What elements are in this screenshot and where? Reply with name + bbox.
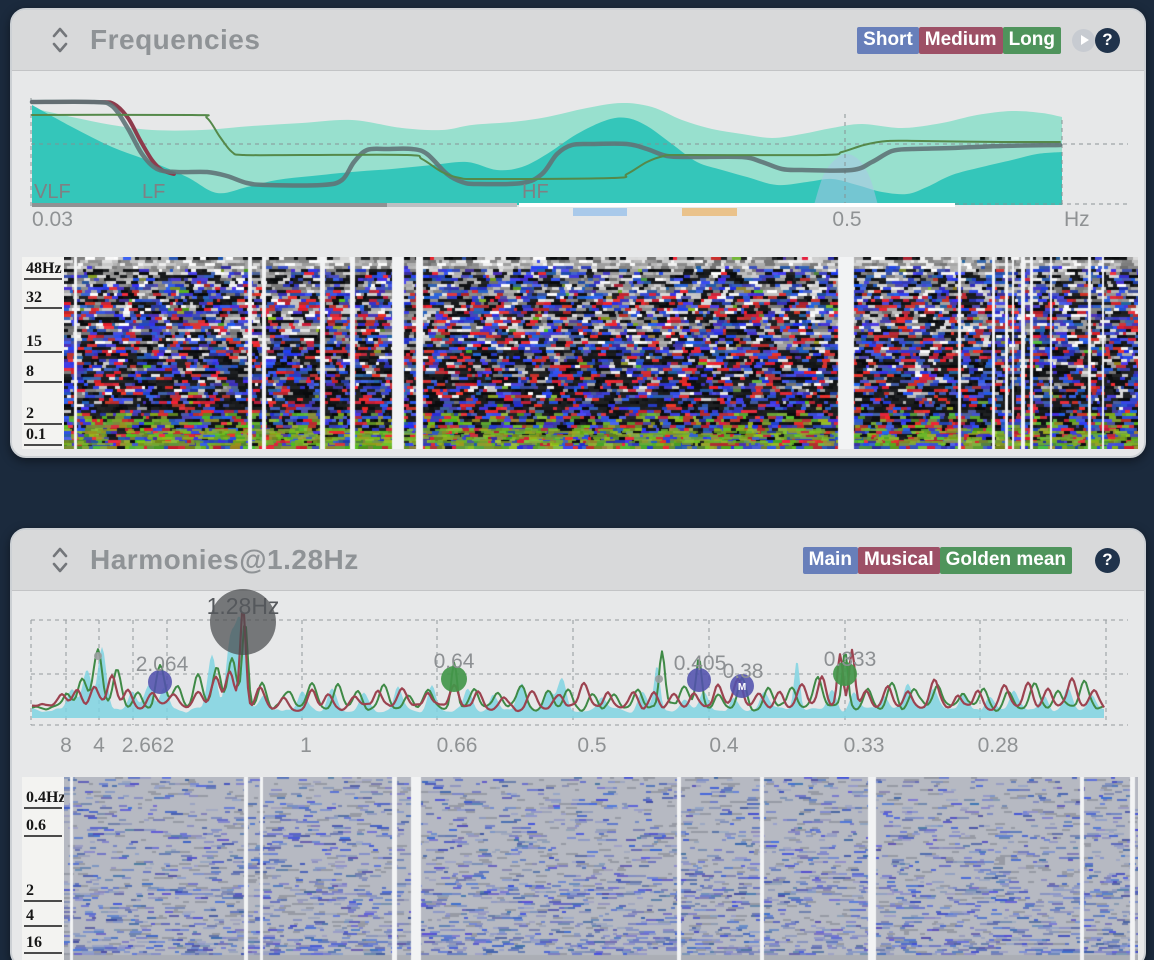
baseline-bar bbox=[387, 203, 517, 207]
spectrogram-axis-label: 32 bbox=[24, 287, 62, 309]
legend-badge-medium[interactable]: Medium bbox=[919, 27, 1003, 54]
spectrogram-axis-label: 2 bbox=[24, 403, 62, 425]
harmonies-header: Harmonies@1.28Hz MainMusicalGolden mean … bbox=[12, 530, 1144, 591]
x-tick-label: 2.662 bbox=[122, 734, 175, 757]
x-tick-label: 0.5 bbox=[832, 208, 861, 231]
peak-label: 0.38 bbox=[723, 660, 764, 683]
legend-badge-main[interactable]: Main bbox=[803, 547, 858, 574]
spectrogram-axis-label: 15 bbox=[24, 331, 62, 353]
peak-label: 0.333 bbox=[824, 648, 877, 671]
legend-badge-short[interactable]: Short bbox=[857, 27, 919, 54]
spectrogram-axis-label: 4 bbox=[24, 905, 62, 927]
x-tick-label: 0.66 bbox=[437, 734, 478, 757]
harmonies-legend: MainMusicalGolden mean bbox=[803, 547, 1072, 574]
band-label: VLF bbox=[34, 181, 71, 203]
x-tick-label: 0.4 bbox=[709, 734, 739, 757]
collapse-toggle-icon[interactable] bbox=[50, 25, 70, 55]
band-label: HF bbox=[522, 181, 549, 203]
spectrogram-axis-label: 16 bbox=[24, 932, 62, 954]
legend-badge-golden-mean[interactable]: Golden mean bbox=[940, 547, 1072, 574]
x-tick-label: 0.03 bbox=[32, 208, 73, 231]
spectrogram-axis-label: 8 bbox=[24, 361, 62, 383]
help-button-frequencies[interactable]: ? bbox=[1095, 28, 1120, 53]
frequencies-spectrogram-axis: 48Hz 32 15 8 20.1 bbox=[22, 257, 64, 449]
peak-label: 2.064 bbox=[136, 653, 189, 676]
x-tick-label: Hz bbox=[1064, 208, 1090, 231]
frequencies-legend: ShortMediumLong bbox=[857, 27, 1061, 54]
frequencies-chart[interactable]: VLF LF HF 0.03 0.5 Hz bbox=[12, 74, 1146, 252]
band-label: LF bbox=[142, 181, 165, 203]
marker-glyph: M bbox=[738, 682, 746, 693]
legend-badge-long[interactable]: Long bbox=[1003, 27, 1061, 54]
spectrogram-axis-label: 0.4Hz bbox=[24, 787, 62, 809]
harmonies-chart[interactable]: 1.28Hz 2.064 0.64 0.405 M0.38 0.333 84 2.662 1 0.… bbox=[12, 587, 1146, 764]
spectrogram-axis-label: 0.1 bbox=[24, 424, 62, 446]
x-tick-label: 0.28 bbox=[978, 734, 1019, 757]
peak-dot bbox=[655, 675, 663, 683]
x-tick-label: 0.33 bbox=[844, 734, 885, 757]
x-tick-label: 8 bbox=[60, 734, 72, 757]
app-background: Frequencies ShortMediumLong ? VLF LF HF 0.0… bbox=[0, 0, 1154, 960]
spectrogram-axis-label: 2 bbox=[24, 880, 62, 902]
peak-label: 1.28Hz bbox=[207, 593, 280, 619]
help-button-harmonies[interactable]: ? bbox=[1095, 548, 1120, 573]
frequencies-panel: Frequencies ShortMediumLong ? VLF LF HF 0.0… bbox=[10, 8, 1146, 458]
harmonies-title: Harmonies@1.28Hz bbox=[90, 544, 359, 576]
spectrogram-axis-label: 0.6 bbox=[24, 815, 62, 837]
baseline-bar bbox=[519, 203, 955, 207]
frequencies-title: Frequencies bbox=[90, 24, 260, 56]
peak-label: 0.405 bbox=[674, 652, 727, 675]
peak-dot bbox=[94, 652, 102, 660]
frequencies-header: Frequencies ShortMediumLong ? bbox=[12, 10, 1144, 71]
x-tick-label: 4 bbox=[93, 734, 105, 757]
frequencies-spectrogram[interactable] bbox=[64, 257, 1138, 449]
x-tick-label: 1 bbox=[300, 734, 312, 757]
harmonies-panel: Harmonies@1.28Hz MainMusicalGolden mean … bbox=[10, 528, 1146, 960]
peak-label: 0.64 bbox=[434, 650, 475, 673]
legend-badge-musical[interactable]: Musical bbox=[858, 547, 940, 574]
harmonies-spectrogram-axis: 0.4Hz 0.6 2 4 16 bbox=[22, 777, 64, 960]
play-button[interactable] bbox=[1072, 29, 1095, 52]
baseline-bar bbox=[682, 208, 737, 216]
harmonies-spectrogram[interactable] bbox=[64, 777, 1138, 960]
baseline-bar bbox=[32, 203, 387, 207]
x-tick-label: 0.5 bbox=[577, 734, 606, 757]
baseline-bar bbox=[573, 208, 627, 216]
spectrogram-axis-label: 48Hz bbox=[24, 258, 62, 280]
collapse-toggle-icon[interactable] bbox=[50, 545, 70, 575]
